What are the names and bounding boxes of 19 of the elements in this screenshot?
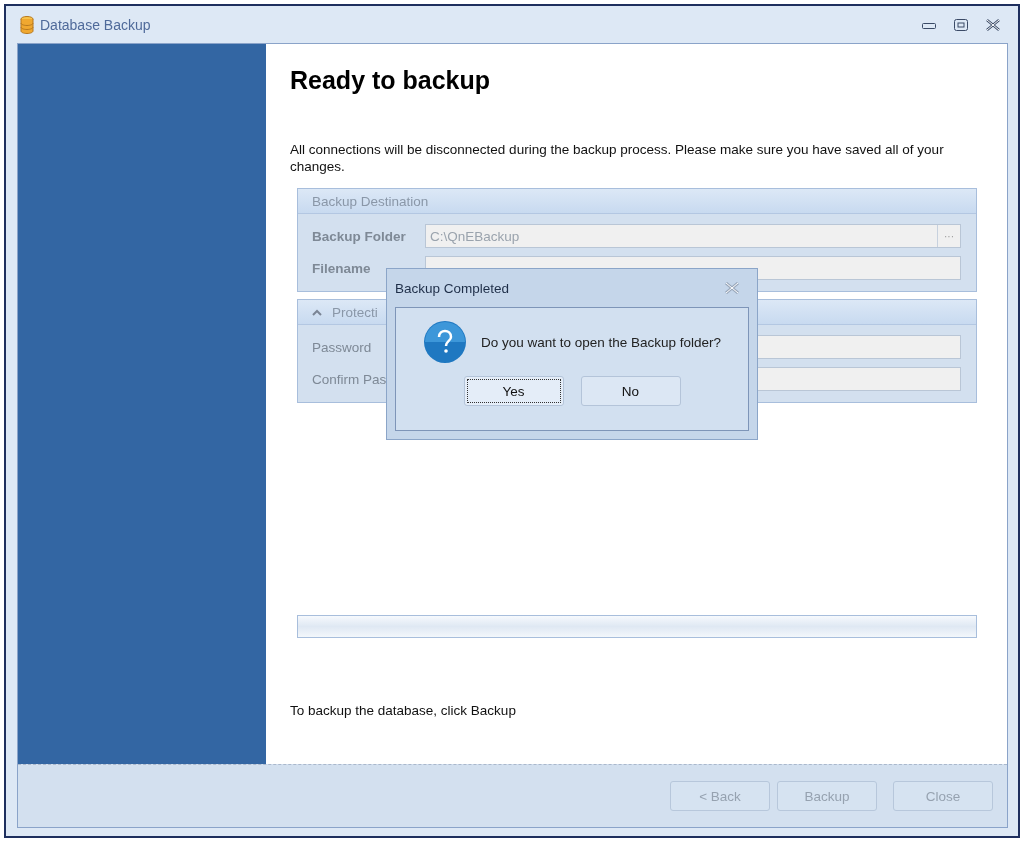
minimize-icon[interactable]	[922, 20, 936, 29]
dialog-message: Do you want to open the Backup folder?	[480, 334, 722, 350]
notice-text: All connections will be disconnected during the backup process. Please make sure you have saved all of your changes.	[290, 141, 945, 175]
dialog-title: Backup Completed	[395, 280, 510, 296]
group-title: Protecti	[332, 304, 378, 320]
field-label: Filename	[312, 260, 372, 276]
dialog-button[interactable]: Yes	[463, 376, 564, 406]
maximize-icon[interactable]	[954, 18, 968, 31]
page-heading: Ready to backup	[290, 66, 492, 95]
dialog-button[interactable]: No	[580, 376, 681, 406]
group-title: Backup Destination	[312, 193, 429, 209]
database-icon	[20, 15, 34, 34]
window-title: Database Backup	[40, 16, 152, 33]
field-label: Confirm Pas	[312, 371, 388, 387]
close-icon[interactable]	[986, 18, 1000, 31]
question-icon	[422, 320, 467, 364]
field-label: Backup Folder	[312, 228, 407, 244]
field-label: Password	[312, 339, 373, 355]
hint-text: To backup the database, click Backup	[290, 703, 517, 718]
